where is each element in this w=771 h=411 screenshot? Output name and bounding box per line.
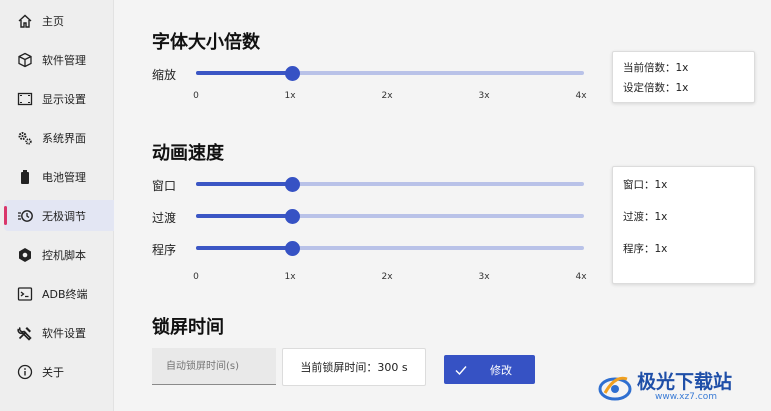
- slider-thumb[interactable]: [285, 241, 300, 256]
- sidebar-item-label: 关于: [42, 365, 64, 379]
- slider-thumb[interactable]: [285, 177, 300, 192]
- tick-label: 1x: [284, 91, 296, 101]
- tick-label: 2x: [381, 91, 393, 101]
- gears-icon: [16, 129, 34, 147]
- watermark-name: 极光下载站: [637, 371, 733, 393]
- tick-label: 3x: [478, 272, 490, 282]
- tick-label: 4x: [575, 272, 587, 282]
- cube-icon: [16, 51, 34, 69]
- sidebar-item-display-settings[interactable]: 显示设置: [4, 83, 110, 114]
- sidebar-item-label: 无极调节: [42, 209, 86, 223]
- transition-speed-text: 过渡：1x: [623, 211, 668, 223]
- window-speed-text: 窗口：1x: [623, 179, 668, 191]
- slider-thumb[interactable]: [285, 209, 300, 224]
- sidebar-item-label: 软件管理: [42, 53, 86, 67]
- terminal-icon: [16, 285, 34, 303]
- set-scale-text: 设定倍数：1x: [623, 82, 689, 94]
- battery-icon: [16, 168, 34, 186]
- current-lock-time: 当前锁屏时间：300 s: [282, 348, 426, 386]
- sidebar-item-software-settings[interactable]: 软件设置: [4, 317, 110, 348]
- modify-button[interactable]: 修改: [444, 355, 535, 384]
- watermark: 极光下载站 www.xz7.com: [597, 367, 765, 407]
- watermark-url: www.xz7.com: [655, 392, 717, 402]
- sidebar-item-stepless-adjust[interactable]: 无极调节: [4, 200, 131, 231]
- tick-label: 0: [193, 91, 199, 101]
- sidebar-item-system-ui[interactable]: 系统界面: [4, 122, 110, 153]
- window-animation-slider[interactable]: [196, 177, 584, 192]
- animation-info-card: 窗口：1x 过渡：1x 程序：1x: [612, 166, 755, 284]
- modify-button-label: 修改: [490, 363, 512, 377]
- lock-time-input[interactable]: [152, 348, 276, 385]
- home-icon: [16, 12, 34, 30]
- timer-icon: [16, 207, 34, 225]
- sidebar-item-label: 软件设置: [42, 326, 86, 340]
- main-content: 字体大小倍数 缩放 0 1x 2x 3x 4x 当前倍数：1x 设定倍数：1x …: [114, 0, 771, 411]
- tick-label: 2x: [381, 272, 393, 282]
- sidebar-item-control-script[interactable]: 控机脚本: [4, 239, 110, 270]
- tick-label: 1x: [284, 272, 296, 282]
- sidebar: 主页 软件管理 显示设置 系统界面 电池管理 无极调节 控机脚本 ADB终端 软…: [0, 0, 131, 411]
- info-icon: [16, 363, 34, 381]
- sidebar-item-label: 系统界面: [42, 131, 86, 145]
- program-label: 程序: [152, 243, 177, 257]
- transition-label: 过渡: [152, 211, 177, 225]
- zoom-slider[interactable]: [196, 66, 584, 81]
- sidebar-item-home[interactable]: 主页: [4, 5, 110, 36]
- hexagon-icon: [16, 246, 34, 264]
- sidebar-item-software-management[interactable]: 软件管理: [4, 44, 110, 75]
- transition-animation-slider[interactable]: [196, 209, 584, 224]
- font-scale-title: 字体大小倍数: [152, 32, 260, 53]
- slider-thumb[interactable]: [285, 66, 300, 81]
- tools-icon: [16, 324, 34, 342]
- tick-label: 3x: [478, 91, 490, 101]
- program-animation-slider[interactable]: [196, 241, 584, 256]
- window-label: 窗口: [152, 179, 177, 193]
- tick-label: 0: [193, 272, 199, 282]
- tick-label: 4x: [575, 91, 587, 101]
- sidebar-item-label: 显示设置: [42, 92, 86, 106]
- sidebar-item-label: 控机脚本: [42, 248, 86, 262]
- sidebar-item-label: 主页: [42, 14, 64, 28]
- sidebar-item-adb-terminal[interactable]: ADB终端: [4, 278, 110, 309]
- zoom-label: 缩放: [152, 68, 177, 82]
- display-icon: [16, 90, 34, 108]
- sidebar-item-about[interactable]: 关于: [4, 356, 110, 387]
- sidebar-item-label: ADB终端: [42, 287, 88, 301]
- lock-screen-title: 锁屏时间: [152, 317, 224, 338]
- slider-fill: [196, 246, 293, 250]
- sidebar-item-battery[interactable]: 电池管理: [4, 161, 110, 192]
- current-scale-text: 当前倍数：1x: [623, 62, 689, 74]
- slider-fill: [196, 182, 293, 186]
- watermark-logo-icon: [598, 376, 632, 401]
- program-speed-text: 程序：1x: [623, 243, 668, 255]
- slider-fill: [196, 71, 293, 75]
- sidebar-item-label: 电池管理: [42, 170, 86, 184]
- check-icon: [455, 365, 467, 375]
- slider-fill: [196, 214, 293, 218]
- font-scale-info-card: 当前倍数：1x 设定倍数：1x: [612, 51, 755, 103]
- animation-speed-title: 动画速度: [152, 143, 224, 164]
